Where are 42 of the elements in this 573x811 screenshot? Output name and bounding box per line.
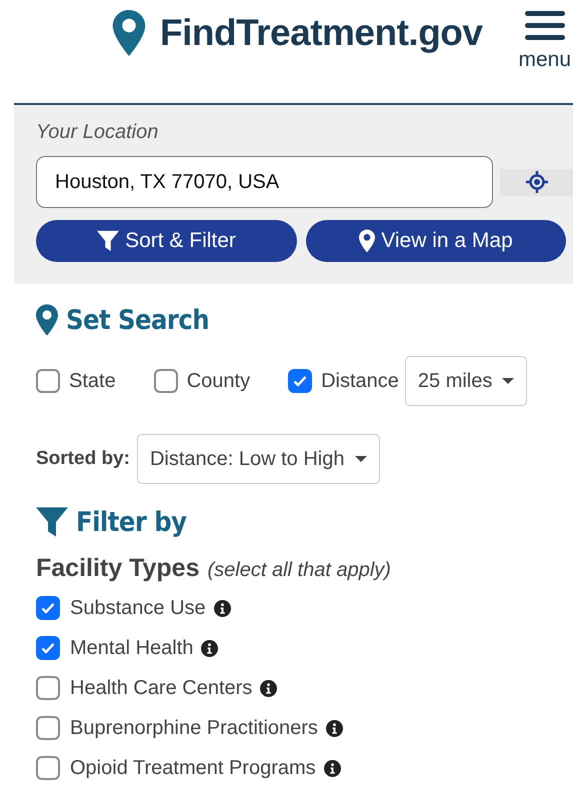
checkbox[interactable] — [36, 756, 60, 780]
option-label: County — [186, 370, 250, 392]
group-hint: (select all that apply) — [208, 559, 391, 582]
checkbox[interactable] — [36, 676, 60, 700]
checkbox[interactable] — [36, 369, 60, 393]
section-title: Set Search — [66, 304, 210, 336]
checkbox[interactable] — [36, 716, 60, 740]
map-pin-icon — [112, 10, 146, 56]
sort-dropdown[interactable]: Distance: Low to High — [136, 434, 380, 484]
option-label: Buprenorphine Practitioners — [70, 716, 318, 740]
option-label: Mental Health — [70, 636, 194, 660]
info-icon[interactable] — [324, 760, 341, 776]
option-label: State — [69, 370, 116, 392]
site-logo[interactable]: FindTreatment.gov — [160, 12, 482, 54]
locate-button[interactable] — [500, 168, 573, 196]
funnel-icon — [36, 506, 68, 538]
location-label: Your Location — [36, 121, 160, 144]
checkbox[interactable] — [288, 369, 312, 393]
checkbox[interactable] — [36, 596, 60, 620]
crosshair-icon — [526, 171, 548, 193]
info-icon[interactable] — [214, 600, 231, 616]
checkbox[interactable] — [154, 369, 178, 393]
section-title: Filter by — [76, 506, 186, 538]
map-pin-icon — [36, 304, 58, 336]
menu-label: menu — [518, 48, 571, 72]
sort-filter-button[interactable]: Sort & Filter — [36, 220, 297, 262]
location-field[interactable]: Houston, TX 77070, USA — [36, 156, 493, 208]
option-label: Distance — [321, 370, 399, 392]
map-pin-icon — [359, 229, 376, 253]
info-icon[interactable] — [201, 640, 218, 656]
option-label: Substance Use — [70, 596, 206, 620]
info-icon[interactable] — [260, 680, 278, 696]
funnel-icon — [97, 230, 120, 252]
info-icon[interactable] — [326, 720, 343, 736]
checkbox[interactable] — [36, 636, 60, 660]
option-label: Health Care Centers — [70, 676, 252, 700]
map-button[interactable]: View in a Map — [306, 220, 566, 262]
group-title: Facility Types — [36, 554, 200, 583]
distance-dropdown[interactable]: 25 miles — [404, 356, 528, 406]
sort-label: Sorted by: — [36, 448, 130, 470]
menu-icon[interactable] — [524, 10, 565, 42]
option-label: Opioid Treatment Programs — [70, 756, 316, 780]
